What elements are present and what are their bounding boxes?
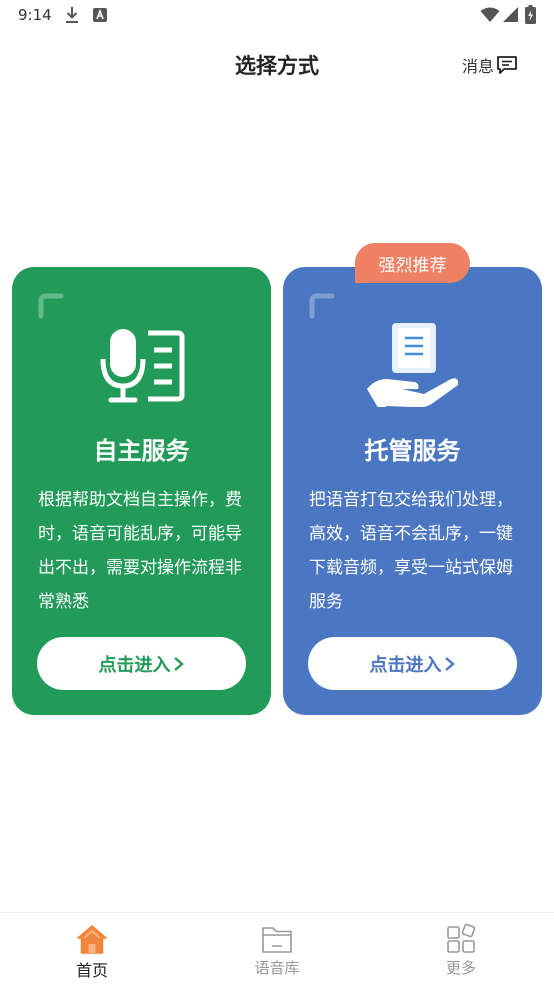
chevron-right-icon bbox=[173, 656, 184, 671]
tab-home[interactable]: 首页 bbox=[42, 913, 142, 984]
tab-home-label: 首页 bbox=[75, 961, 108, 980]
microphone-document-icon bbox=[100, 329, 185, 403]
download-icon bbox=[66, 7, 78, 23]
corner-bracket-icon bbox=[38, 293, 64, 319]
tab-more[interactable]: 更多 bbox=[411, 913, 511, 984]
message-icon bbox=[497, 56, 517, 74]
hand-document-icon bbox=[367, 323, 459, 407]
self-service-enter-button[interactable]: 点击进入 bbox=[37, 637, 246, 690]
status-time: 9:14 bbox=[18, 6, 52, 24]
a-notification-icon bbox=[93, 8, 107, 22]
home-icon bbox=[77, 925, 107, 954]
bottom-tab-bar: 首页 语音库 更多 bbox=[0, 912, 554, 984]
self-service-description: 根据帮助文档自主操作，费时，语音可能乱序，可能导出不出，需要对操作流程非常熟悉 bbox=[38, 490, 242, 612]
tab-more-label: 更多 bbox=[445, 959, 476, 977]
grid-icon bbox=[447, 923, 476, 953]
self-service-title: 自主服务 bbox=[93, 437, 190, 465]
message-label: 消息 bbox=[462, 57, 495, 76]
managed-service-title: 托管服务 bbox=[364, 437, 461, 465]
enter-button-label: 点击进入 bbox=[98, 654, 171, 676]
wifi-icon bbox=[480, 7, 500, 22]
tab-voice-library-label: 语音库 bbox=[254, 959, 300, 977]
status-bar: 9:14 bbox=[0, 0, 554, 32]
managed-service-description: 把语音打包交给我们处理，高效，语音不会乱序，一键下载音频，享受一站式保姆服务 bbox=[309, 490, 513, 612]
corner-bracket-icon bbox=[309, 293, 335, 319]
recommended-badge-label: 强烈推荐 bbox=[378, 255, 447, 276]
tab-voice-library[interactable]: 语音库 bbox=[227, 913, 327, 984]
managed-service-enter-button[interactable]: 点击进入 bbox=[308, 637, 517, 690]
message-button[interactable]: 消息 bbox=[462, 52, 518, 78]
chevron-right-icon bbox=[444, 656, 455, 671]
enter-button-label: 点击进入 bbox=[369, 654, 442, 676]
self-service-card[interactable]: 自主服务 根据帮助文档自主操作，费时，语音可能乱序，可能导出不出，需要对操作流程… bbox=[12, 267, 271, 715]
recommended-badge: 强烈推荐 bbox=[355, 243, 470, 283]
battery-icon bbox=[525, 5, 536, 24]
signal-icon bbox=[503, 7, 518, 22]
managed-service-card[interactable]: 托管服务 把语音打包交给我们处理，高效，语音不会乱序，一键下载音频，享受一站式保… bbox=[283, 267, 542, 715]
folder-icon bbox=[262, 927, 292, 953]
